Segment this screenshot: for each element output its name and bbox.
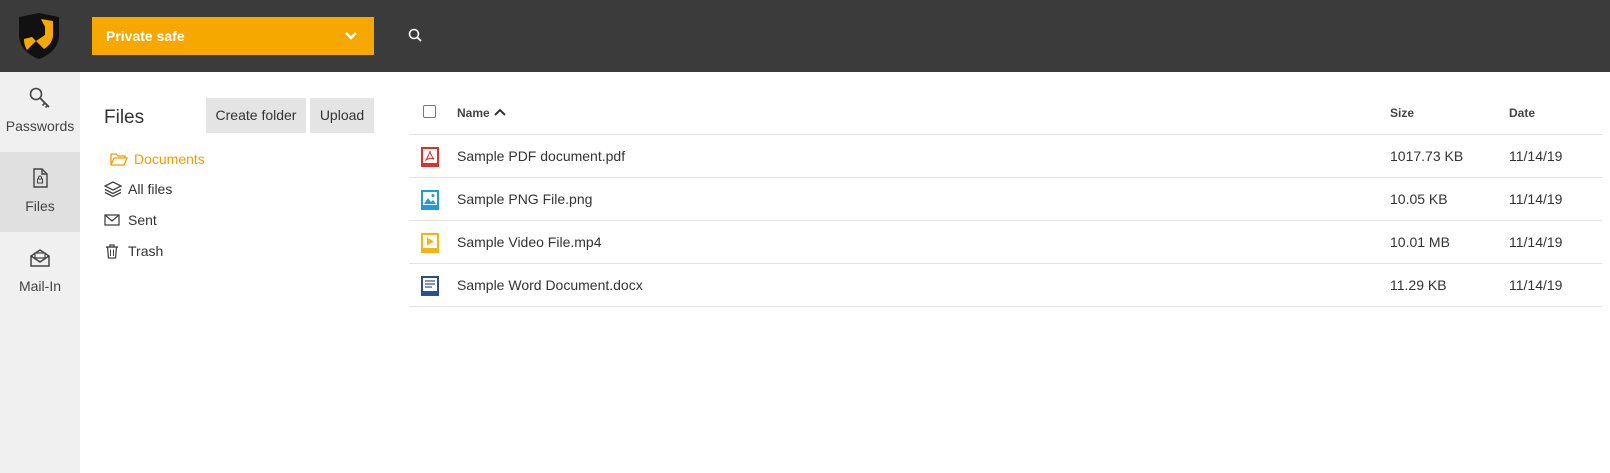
nav-label-files: Files: [25, 198, 55, 214]
search-icon[interactable]: [406, 26, 426, 46]
image-icon: [421, 190, 439, 210]
create-folder-button[interactable]: Create folder: [206, 98, 306, 133]
sort-ascending-icon[interactable]: [493, 105, 507, 119]
safe-selector-dropdown[interactable]: Private safe: [92, 17, 374, 55]
nav-item-mail-in[interactable]: Mail-In: [0, 232, 80, 312]
pdf-icon: [421, 147, 439, 167]
column-header-size[interactable]: Size: [1390, 106, 1414, 120]
files-title: Files: [104, 107, 145, 128]
file-name: Sample PNG File.png: [457, 191, 593, 207]
folder-label-documents: Documents: [134, 151, 205, 167]
video-icon: [421, 233, 439, 253]
layers-icon: [104, 181, 122, 197]
table-row[interactable]: Sample PDF document.pdf 1017.73 KB 11/14…: [409, 135, 1602, 178]
folder-label-all-files: All files: [128, 181, 173, 197]
table-row[interactable]: Sample Word Document.docx 11.29 KB 11/14…: [409, 264, 1602, 307]
column-header-date[interactable]: Date: [1509, 106, 1535, 120]
nav-item-files[interactable]: Files: [0, 152, 80, 232]
table-row[interactable]: Sample PNG File.png 10.05 KB 11/14/19: [409, 178, 1602, 221]
safe-selector-label: Private safe: [106, 28, 185, 44]
file-date: 11/14/19: [1509, 277, 1563, 293]
folder-label-trash: Trash: [128, 243, 164, 259]
file-name: Sample Word Document.docx: [457, 277, 643, 293]
folder-label-sent: Sent: [128, 212, 157, 228]
file-name: Sample Video File.mp4: [457, 234, 602, 250]
table-header: Name Size Date: [409, 92, 1602, 135]
mail-inbox-icon: [30, 249, 50, 267]
file-date: 11/14/19: [1509, 191, 1563, 207]
chevron-down-icon: [345, 32, 357, 40]
top-bar: Private safe: [0, 0, 1610, 72]
key-icon: [29, 87, 50, 109]
nav-label-passwords: Passwords: [5, 118, 75, 134]
envelope-icon: [104, 214, 120, 226]
select-all-checkbox[interactable]: [423, 105, 436, 118]
table-row[interactable]: Sample Video File.mp4 10.01 MB 11/14/19: [409, 221, 1602, 264]
side-navigation: Passwords Files Mail-In: [0, 72, 80, 473]
folder-open-icon: [110, 153, 128, 166]
trash-icon: [106, 244, 118, 259]
column-header-name[interactable]: Name: [457, 106, 490, 120]
file-size: 1017.73 KB: [1390, 148, 1464, 164]
file-size: 10.05 KB: [1390, 191, 1448, 207]
file-date: 11/14/19: [1509, 148, 1563, 164]
file-size: 10.01 MB: [1390, 234, 1450, 250]
file-size: 11.29 KB: [1390, 277, 1447, 293]
file-date: 11/14/19: [1509, 234, 1563, 250]
upload-button[interactable]: Upload: [310, 98, 374, 133]
nav-label-mail-in: Mail-In: [18, 278, 61, 294]
files-panel: Files Create folder Upload Documents All…: [80, 72, 380, 473]
nav-item-passwords[interactable]: Passwords: [0, 72, 80, 152]
word-icon: [421, 276, 439, 296]
file-name: Sample PDF document.pdf: [457, 148, 626, 164]
app-logo-icon[interactable]: [14, 11, 64, 61]
file-icon: [33, 168, 48, 188]
